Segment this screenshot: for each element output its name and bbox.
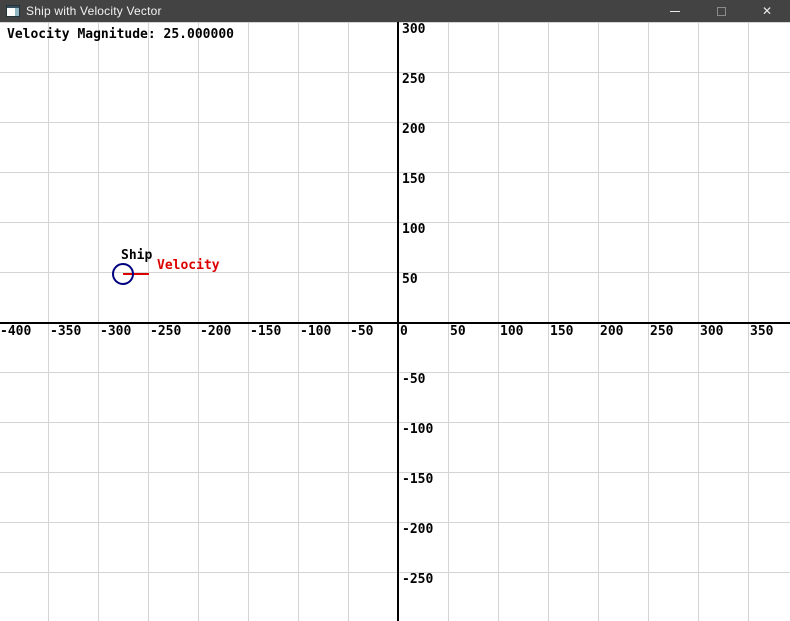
x-tick-label: 0 <box>400 326 408 337</box>
ship-marker <box>112 263 134 285</box>
gridline-horizontal <box>0 222 790 223</box>
window-controls: ✕ <box>652 0 790 22</box>
x-tick-label: 250 <box>650 326 673 337</box>
gridline-horizontal <box>0 472 790 473</box>
x-tick-label: -200 <box>200 326 231 337</box>
x-tick-label: -300 <box>100 326 131 337</box>
velocity-magnitude-readout: Velocity Magnitude: 25.000000 <box>7 27 234 42</box>
gridline-horizontal <box>0 172 790 173</box>
app-icon <box>6 5 20 17</box>
x-tick-label: -150 <box>250 326 281 337</box>
gridline-horizontal <box>0 22 790 23</box>
window-title: Ship with Velocity Vector <box>26 4 162 18</box>
close-button[interactable]: ✕ <box>744 0 790 22</box>
gridline-horizontal <box>0 72 790 73</box>
gridline-horizontal <box>0 522 790 523</box>
x-tick-label: -100 <box>300 326 331 337</box>
gridline-horizontal <box>0 422 790 423</box>
y-tick-label: -100 <box>402 424 433 435</box>
x-tick-label: 350 <box>750 326 773 337</box>
maximize-icon <box>717 7 726 16</box>
gridline-horizontal <box>0 572 790 573</box>
maximize-button[interactable] <box>698 0 744 22</box>
gridline-horizontal <box>0 372 790 373</box>
ship-label: Ship <box>121 250 152 261</box>
y-tick-label: 50 <box>402 274 418 285</box>
y-tick-label: 200 <box>402 124 425 135</box>
x-tick-label: -250 <box>150 326 181 337</box>
y-tick-label: -50 <box>402 374 425 385</box>
x-tick-label: 50 <box>450 326 466 337</box>
y-tick-label: 150 <box>402 174 425 185</box>
y-tick-label: -250 <box>402 574 433 585</box>
y-tick-label: 300 <box>402 24 425 35</box>
minimize-icon <box>670 11 680 12</box>
velocity-label: Velocity <box>157 260 220 271</box>
minimize-button[interactable] <box>652 0 698 22</box>
y-tick-label: 100 <box>402 224 425 235</box>
x-tick-label: -350 <box>50 326 81 337</box>
app-window: Ship with Velocity Vector ✕ -400 -350 -300… <box>0 0 790 621</box>
close-icon: ✕ <box>762 5 772 17</box>
x-tick-label: -50 <box>350 326 373 337</box>
titlebar[interactable]: Ship with Velocity Vector ✕ <box>0 0 790 22</box>
y-tick-label: -150 <box>402 474 433 485</box>
gridline-horizontal <box>0 122 790 123</box>
x-tick-label: 300 <box>700 326 723 337</box>
plot-canvas: -400 -350 -300 -250 -200 -150 -100 -50 0 50 100 150… <box>0 22 790 621</box>
x-tick-label: 150 <box>550 326 573 337</box>
y-tick-label: 250 <box>402 74 425 85</box>
y-tick-label: -200 <box>402 524 433 535</box>
x-tick-label: 100 <box>500 326 523 337</box>
x-tick-label: 200 <box>600 326 623 337</box>
x-tick-label: -400 <box>0 326 31 337</box>
